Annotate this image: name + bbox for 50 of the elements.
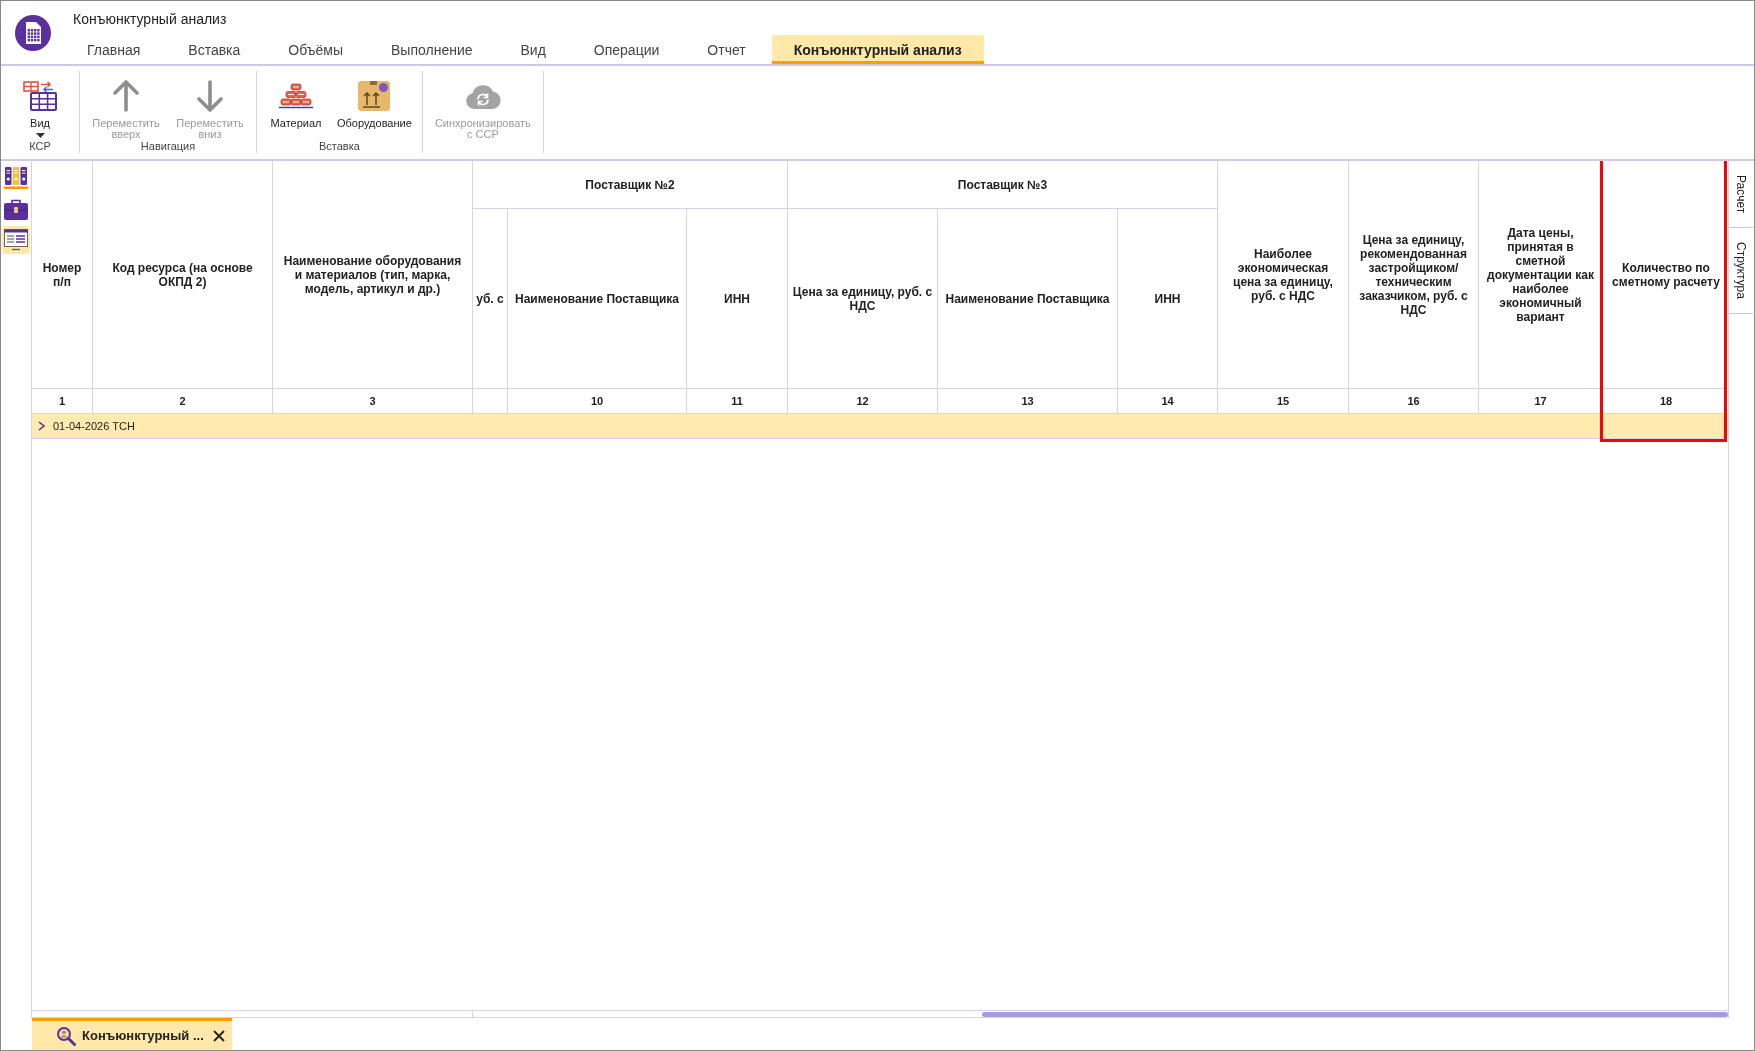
column-header: Дата цены, принятая в сметной документации как наиболее экономичный вариант xyxy=(1479,161,1603,389)
ribbon-tab[interactable]: Объёмы xyxy=(266,35,365,64)
group-row-label: 01-04-2026 ТСН xyxy=(53,420,135,432)
horizontal-scrollbar[interactable] xyxy=(32,1010,1728,1018)
sidebar-button[interactable] xyxy=(2,164,30,192)
material-button[interactable]: Материал xyxy=(265,80,327,129)
column-header: ИНН xyxy=(687,209,788,389)
close-icon[interactable] xyxy=(213,1029,225,1042)
sidebar-button[interactable] xyxy=(2,226,30,254)
spreadsheet-logo-icon xyxy=(15,15,51,51)
ribbon-tab[interactable]: Вставка xyxy=(166,35,263,64)
column-header: Наименование Поставщика xyxy=(508,209,687,389)
ribbon-tab[interactable]: Главная xyxy=(65,35,163,64)
column-header: Наименование оборудования и материалов (тип, марка, модель, артикул и др.) xyxy=(273,161,473,389)
ribbon-tab[interactable]: Операции xyxy=(571,35,682,64)
scrollbar-thumb[interactable] xyxy=(982,1011,1728,1017)
column-header: Цена за единицу, рекомендованная застройщиком/ техническим заказчиком, руб. с НДС xyxy=(1349,161,1479,389)
column-header: уб. с xyxy=(473,209,508,389)
chevron-icon[interactable] xyxy=(38,421,45,431)
caret-icon xyxy=(35,133,45,138)
column-header: Код ресурса (на основе ОКПД 2) xyxy=(93,161,273,389)
view-button[interactable]: Вид xyxy=(9,80,71,138)
equipment-button[interactable]: Оборудование xyxy=(335,80,414,129)
column-header: Номер п/п xyxy=(32,161,93,389)
column-header: ИНН xyxy=(1118,209,1218,389)
ribbon-group-label: Навигация xyxy=(140,140,196,153)
column-header: Цена за единицу, руб. с НДС xyxy=(788,209,938,389)
ribbon-group-label: Вставка xyxy=(318,140,360,153)
ribbon-tab[interactable]: Отчет xyxy=(685,35,768,64)
binders-icon xyxy=(4,167,28,189)
column-group-header: Поставщик №2 xyxy=(473,161,788,209)
ribbon-tab[interactable]: Вид xyxy=(498,35,568,64)
briefcase-icon xyxy=(4,198,28,220)
form-window-icon xyxy=(4,229,28,251)
bricks-icon xyxy=(278,83,314,109)
table-grid-icon xyxy=(23,81,57,111)
search-icon xyxy=(56,1025,76,1046)
column-group-header: Поставщик №3 xyxy=(788,161,1218,209)
group-row[interactable]: 01-04-2026 ТСН xyxy=(32,414,1728,439)
arrow-up-icon xyxy=(112,80,140,112)
cloud-sync-icon xyxy=(464,83,501,109)
ribbon-group-label: КСР xyxy=(29,140,51,153)
ribbon-tab[interactable]: Выполнение xyxy=(369,35,495,64)
document-tab[interactable]: Конъюнктурный ... xyxy=(32,1018,232,1050)
arrow-down-icon xyxy=(196,80,224,112)
column-header: Наиболее экономическая цена за единицу, руб. с НДС xyxy=(1218,161,1349,389)
window-title: Конъюнктурный анализ xyxy=(73,10,227,28)
column-header: Наименование Поставщика xyxy=(938,209,1118,389)
ribbon-tab[interactable]: Конъюнктурный анализ xyxy=(771,35,984,64)
cardboard-box-icon xyxy=(358,81,391,111)
